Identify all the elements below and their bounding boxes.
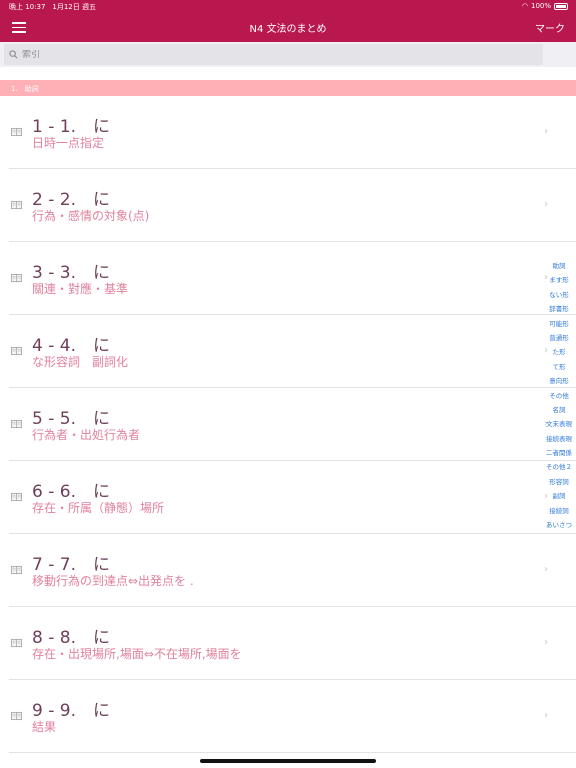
index-item[interactable]: 二者関係: [542, 446, 576, 460]
list-item[interactable]: 1 - 1. に日時一点指定 ›: [9, 96, 576, 169]
item-subtitle: 日時一点指定: [32, 136, 105, 150]
list-item[interactable]: 9 - 9. に結果 ›: [9, 680, 576, 753]
battery-percent: 100%: [530, 2, 551, 10]
index-item[interactable]: その他: [542, 389, 576, 403]
index-item[interactable]: 可能形: [542, 317, 576, 331]
page-title: N4 文法のまとめ: [249, 24, 327, 35]
index-item[interactable]: ます形: [542, 273, 576, 287]
nav-bar: N4 文法のまとめ マーク: [0, 13, 576, 42]
book-icon: [11, 492, 22, 502]
book-icon: [11, 346, 22, 356]
search-bar: [0, 42, 576, 67]
index-item[interactable]: 辞書形: [542, 302, 576, 316]
home-indicator: [200, 759, 376, 763]
item-subtitle: 移動行為の到達点⇔出発点を .: [32, 574, 194, 588]
index-item[interactable]: 助詞: [542, 259, 576, 273]
index-item[interactable]: 副詞: [542, 489, 576, 503]
list-item[interactable]: 2 - 2. に行為・感情の対象(点) ›: [9, 169, 576, 242]
index-item[interactable]: 接続表現: [542, 432, 576, 446]
list-item[interactable]: 6 - 6. に存在・所属（静態）場所 ›: [9, 461, 576, 534]
index-item[interactable]: 文末表現: [542, 417, 576, 431]
wifi-icon: ◠: [521, 2, 528, 10]
item-subtitle: 行為・感情の対象(点): [32, 209, 150, 223]
mark-button[interactable]: マーク: [535, 20, 565, 35]
chevron-right-icon: ›: [544, 564, 548, 575]
list-item[interactable]: 4 - 4. にな形容詞 副詞化 ›: [9, 315, 576, 388]
status-right: ◠ 100%: [522, 2, 568, 10]
index-item[interactable]: ない形: [542, 288, 576, 302]
index-item[interactable]: 名詞: [542, 403, 576, 417]
index-item[interactable]: 意向形: [542, 374, 576, 388]
list-item[interactable]: 7 - 7. に移動行為の到達点⇔出発点を . ›: [9, 534, 576, 607]
section-header: 1. 助詞: [0, 80, 576, 96]
index-item[interactable]: 接続詞: [542, 504, 576, 518]
book-icon: [11, 419, 22, 429]
search-field[interactable]: [4, 44, 543, 65]
chevron-right-icon: ›: [544, 710, 548, 721]
chevron-right-icon: ›: [544, 637, 548, 648]
item-subtitle: 結果: [32, 720, 57, 734]
item-subtitle: 關連・對應・基準: [32, 282, 129, 296]
index-item[interactable]: 普通形: [542, 331, 576, 345]
book-icon: [11, 200, 22, 210]
book-icon: [11, 273, 22, 283]
book-icon: [11, 565, 22, 575]
item-subtitle: な形容詞 副詞化: [32, 355, 129, 369]
grammar-list: 1 - 1. に日時一点指定 › 2 - 2. に行為・感情の対象(点) › 3 - 3…: [0, 96, 576, 753]
book-icon: [11, 638, 22, 648]
item-subtitle: 存在・出現場所,場面⇔不在場所,場面を: [32, 647, 242, 661]
index-item[interactable]: その他２: [542, 460, 576, 474]
chevron-right-icon: ›: [544, 126, 548, 137]
search-input[interactable]: [22, 49, 522, 60]
index-item[interactable]: て形: [542, 360, 576, 374]
list-item[interactable]: 5 - 5. に行為者・出処行為者 ›: [9, 388, 576, 461]
index-item[interactable]: あいさつ: [542, 518, 576, 532]
status-time-date: 晩上 10:37 1月12日 週五: [9, 3, 96, 11]
chevron-right-icon: ›: [544, 199, 548, 210]
book-icon: [11, 127, 22, 137]
index-item[interactable]: た形: [542, 345, 576, 359]
list-item[interactable]: 3 - 3. に關連・對應・基準 ›: [9, 242, 576, 315]
item-subtitle: 存在・所属（静態）場所: [32, 501, 165, 515]
book-icon: [11, 711, 22, 721]
list-item[interactable]: 8 - 8. に存在・出現場所,場面⇔不在場所,場面を ›: [9, 607, 576, 680]
status-bar: 晩上 10:37 1月12日 週五 ◠ 100%: [0, 0, 576, 13]
battery-icon: [554, 2, 568, 10]
search-icon: [9, 50, 18, 59]
section-index: 助詞 ます形 ない形 辞書形 可能形 普通形 た形 て形 意向形 その他 名詞 文末表現 接続表現 二者関…: [542, 259, 576, 532]
item-subtitle: 行為者・出処行為者: [32, 428, 141, 442]
index-item[interactable]: 形容詞: [542, 475, 576, 489]
